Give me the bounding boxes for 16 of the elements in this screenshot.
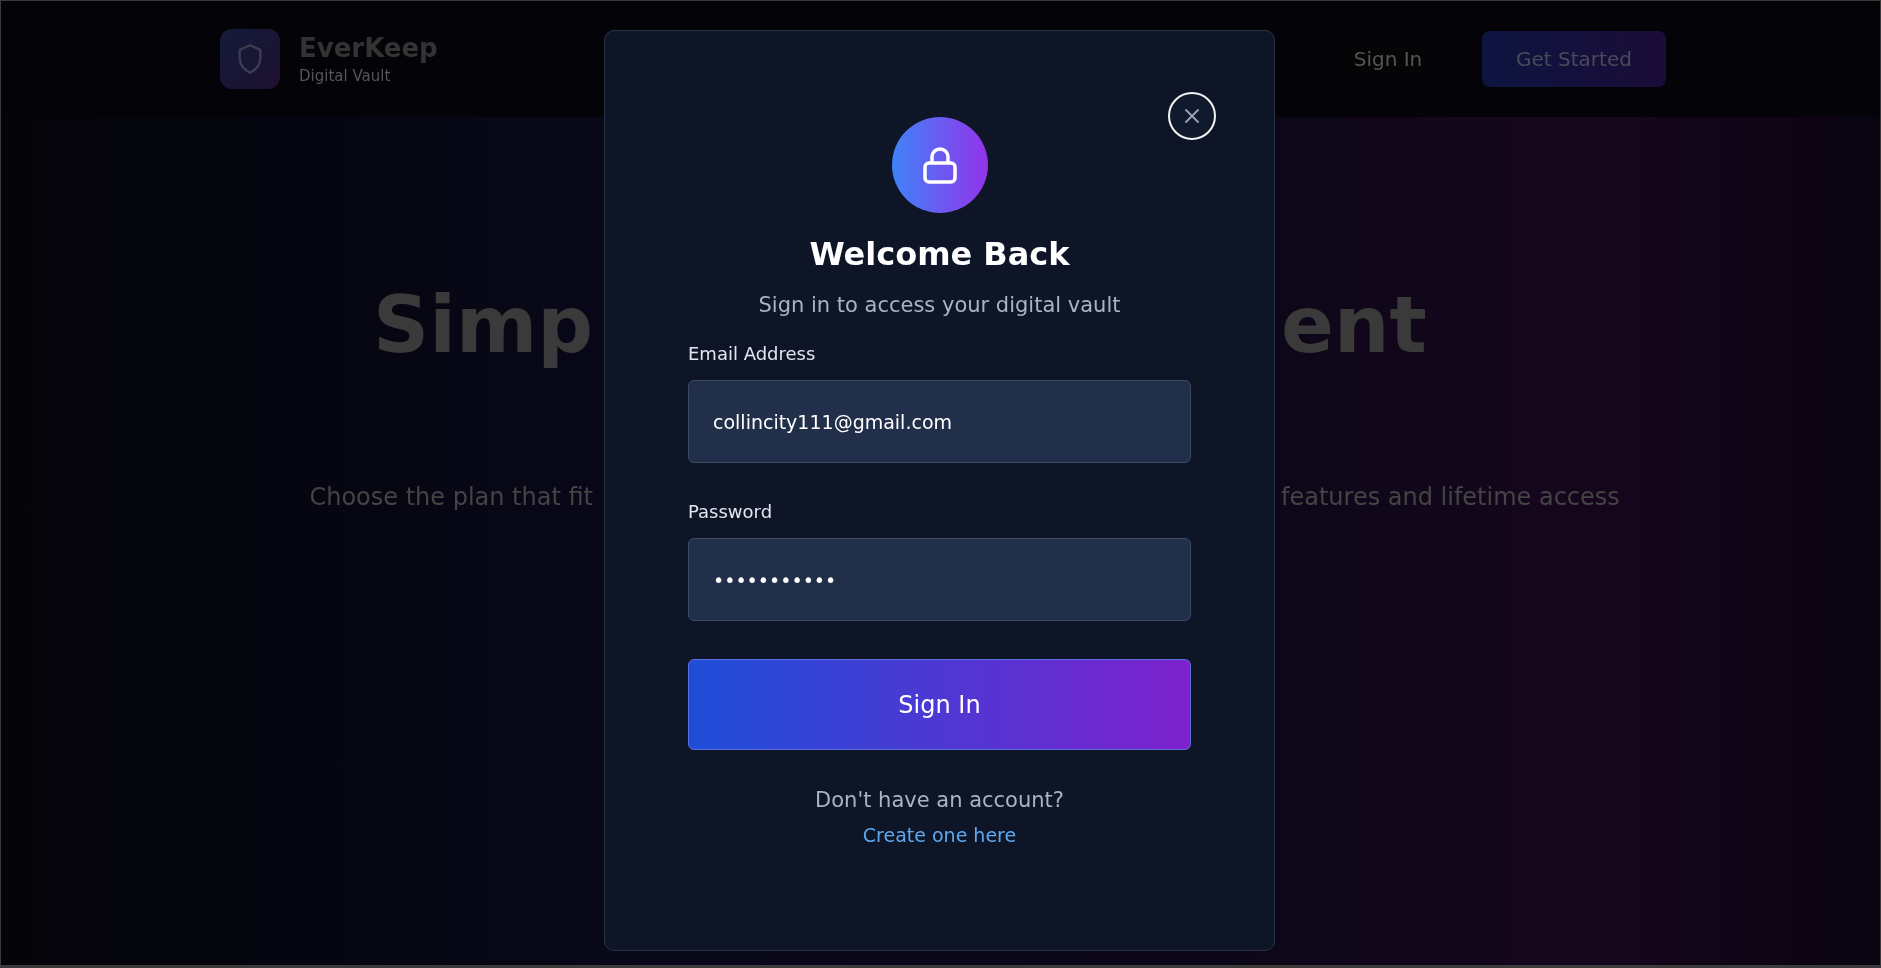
signup-prompt: Don't have an account? <box>815 788 1064 812</box>
close-button[interactable] <box>1168 92 1216 140</box>
shield-icon <box>236 43 264 75</box>
dialog-subtitle: Sign in to access your digital vault <box>758 293 1121 317</box>
brand-tagline: Digital Vault <box>299 67 392 85</box>
create-account-link[interactable]: Create one here <box>862 824 1017 846</box>
field-label: Password <box>688 501 774 522</box>
hero-subtitle: features and lifetime access <box>1281 483 1620 511</box>
input-field[interactable]: ••••••••••• <box>688 538 1191 621</box>
lock-icon <box>921 145 958 185</box>
close-icon <box>1185 109 1199 123</box>
dialog-title: Welcome Back <box>809 235 1070 273</box>
hero-subtitle: Choose the plan that fit <box>309 483 593 511</box>
sign-in-submit-button[interactable]: Sign In <box>688 659 1191 750</box>
field-label: Email Address <box>688 343 817 364</box>
input-field[interactable]: collincity111@gmail.com <box>688 380 1191 463</box>
